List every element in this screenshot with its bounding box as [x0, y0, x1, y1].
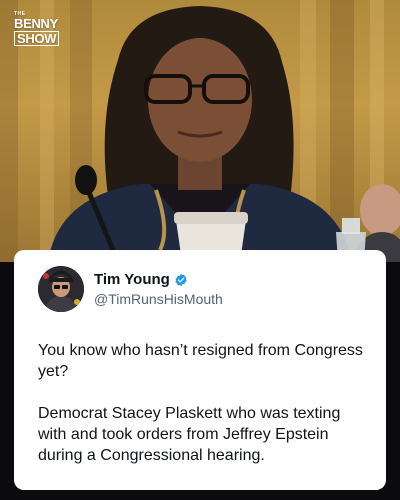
tweet-paragraph-2: Democrat Stacey Plaskett who was texting… [38, 405, 341, 464]
verified-badge-icon [175, 273, 187, 286]
brand-logo[interactable]: THE BENNY SHOW [14, 12, 76, 47]
avatar-image [38, 266, 84, 312]
tweet-paragraph-1: You know who hasn’t resigned from Congre… [38, 342, 363, 380]
tweet-card: Tim Young @TimRunsHisMouth You know who … [14, 250, 386, 490]
tweet-header: Tim Young @TimRunsHisMouth [38, 266, 366, 312]
author-block: Tim Young @TimRunsHisMouth [94, 271, 223, 307]
display-name[interactable]: Tim Young [94, 271, 170, 288]
display-name-row: Tim Young [94, 271, 223, 288]
brand-logo-name: BENNY [14, 16, 59, 31]
hero-photo: THE BENNY SHOW [0, 0, 400, 262]
tweet-text: You know who hasn’t resigned from Congre… [38, 340, 366, 466]
avatar[interactable] [38, 266, 84, 312]
user-handle[interactable]: @TimRunsHisMouth [94, 291, 223, 307]
brand-logo-show: SHOW [14, 31, 60, 46]
